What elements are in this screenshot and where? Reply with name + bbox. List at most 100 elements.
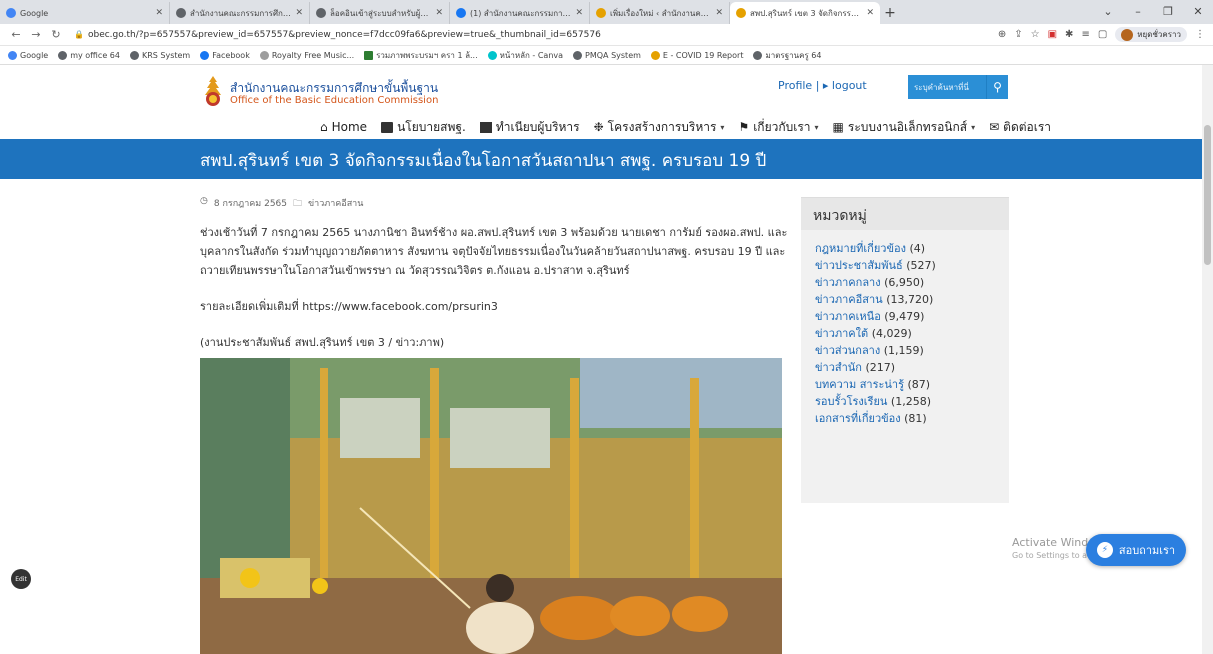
bookmark-item[interactable]: PMQA System: [573, 50, 641, 60]
category-item[interactable]: ข่าวภาคใต้ (4,029): [815, 325, 1009, 342]
nav-item-eservices[interactable]: ▦ ระบบงานอิเล็กทรอนิกส์ ▾: [833, 118, 976, 137]
zoom-icon[interactable]: ⊕: [998, 29, 1006, 40]
obec-logo-icon[interactable]: [200, 75, 226, 107]
share-icon[interactable]: ⇪: [1014, 29, 1022, 40]
site-header: สำนักงานคณะกรรมการศึกษาขั้นพื้นฐาน Offic…: [0, 65, 1202, 140]
globe-icon: [573, 50, 583, 60]
bookmark-item[interactable]: หน้าหลัก - Canva: [487, 49, 563, 62]
category-item[interactable]: ข่าวภาคอีสาน (13,720): [815, 291, 1009, 308]
bookmark-item[interactable]: รวมภาพพระบรมฯ ครา 1 ล้...: [364, 49, 478, 62]
google-icon: [6, 8, 16, 18]
post-category[interactable]: ข่าวภาคอีสาน: [308, 196, 363, 212]
bookmarks-bar: Google my office 64 KRS System Facebook …: [0, 46, 1213, 65]
bookmark-item[interactable]: มาตรฐานครู 64: [753, 49, 821, 62]
nav-item-executives[interactable]: ทำเนียบผู้บริหาร: [479, 118, 580, 137]
profile-logout-link[interactable]: Profile | ▸ logout: [778, 79, 867, 92]
messenger-chat-button[interactable]: ⚡ สอบถามเรา: [1086, 534, 1186, 566]
browser-tab-active[interactable]: สพป.สุรินทร์ เขต 3 จัดกิจกรรมเนื่องใน ✕: [730, 2, 880, 24]
bookmark-item[interactable]: KRS System: [129, 50, 190, 60]
tab-search-icon[interactable]: ⌄: [1093, 0, 1123, 24]
minimize-button[interactable]: –: [1123, 0, 1153, 24]
folder-icon: 🗀: [293, 199, 303, 209]
category-item[interactable]: กฎหมายที่เกี่ยวข้อง (4): [815, 240, 1009, 257]
profile-button[interactable]: หยุดชั่วคราว: [1115, 27, 1187, 42]
flag-icon: ⚑: [738, 120, 750, 134]
menu-icon[interactable]: ⋮: [1195, 29, 1205, 40]
category-item[interactable]: รอบรั้วโรงเรียน (1,258): [815, 393, 1009, 410]
post-photo: [200, 358, 782, 654]
image-icon: [364, 50, 374, 60]
nav-item-about[interactable]: ⚑ เกี่ยวกับเรา ▾: [738, 118, 818, 137]
post-meta: ◷ 8 กรกฎาคม 2565 🗀 ข่าวภาคอีสาน: [200, 196, 363, 212]
category-item[interactable]: เอกสารที่เกี่ยวข้อง (81): [815, 410, 1009, 427]
bookmark-item[interactable]: Google: [8, 50, 48, 60]
browser-tab[interactable]: สำนักงานคณะกรรมการศึกษาขั้นพื้นฐาน ✕: [170, 2, 310, 24]
globe-icon: [176, 8, 186, 18]
search-icon: ⚲: [993, 80, 1002, 94]
nav-item-contact[interactable]: ✉ ติดต่อเรา: [989, 118, 1051, 137]
restore-button[interactable]: ❐: [1153, 0, 1183, 24]
scrollbar-thumb[interactable]: [1204, 125, 1211, 265]
org-name-english[interactable]: Office of the Basic Education Commission: [230, 95, 438, 106]
obec-icon: [736, 8, 746, 18]
category-item[interactable]: บทความ สาระน่ารู้ (87): [815, 376, 1009, 393]
browser-tab[interactable]: Google ✕: [0, 2, 170, 24]
close-tab-icon[interactable]: ✕: [295, 8, 303, 18]
category-item[interactable]: ข่าวภาคเหนือ (9,479): [815, 308, 1009, 325]
back-icon[interactable]: ←: [8, 28, 24, 41]
globe-icon: [129, 50, 139, 60]
bookmark-item[interactable]: Royalty Free Music...: [259, 50, 354, 60]
sidepanel-icon[interactable]: ▢: [1098, 29, 1107, 40]
category-item[interactable]: ข่าวส่วนกลาง (1,159): [815, 342, 1009, 359]
reading-list-icon[interactable]: ≡: [1081, 29, 1089, 40]
extension-icon[interactable]: ▣: [1048, 29, 1057, 40]
book-icon: [381, 121, 394, 133]
home-icon: ⌂: [320, 120, 328, 134]
close-tab-icon[interactable]: ✕: [155, 8, 163, 18]
close-tab-icon[interactable]: ✕: [715, 8, 723, 18]
window-controls: ⌄ – ❐ ✕: [1093, 0, 1213, 24]
browser-tab[interactable]: เพิ่มเรื่องใหม่ ‹ สำนักงานคณะกรรมการ ✕: [590, 2, 730, 24]
browser-tab[interactable]: (1) สำนักงานคณะกรรมการศึกษาขั้นพื้นฐาน ✕: [450, 2, 590, 24]
bookmark-item[interactable]: E - COVID 19 Report: [650, 50, 743, 60]
post-date: 8 กรกฎาคม 2565: [213, 199, 287, 209]
category-item[interactable]: ข่าวภาคกลาง (6,950): [815, 274, 1009, 291]
browser-tab[interactable]: ล็อคอินเข้าสู่ระบบสำหรับผู้ดูแลระบบเว็บ …: [310, 2, 450, 24]
avatar: [1121, 28, 1134, 41]
post-title-bar: สพป.สุรินทร์ เขต 3 จัดกิจกรรมเนื่องในโอก…: [0, 139, 1202, 179]
close-tab-icon[interactable]: ✕: [575, 8, 583, 18]
obec-icon: [650, 50, 660, 60]
url-field[interactable]: 🔒 obec.go.th/?p=657557&preview_id=657557&…: [74, 30, 998, 40]
forward-icon[interactable]: →: [28, 28, 44, 41]
puzzle-icon[interactable]: ✱: [1065, 29, 1073, 40]
grid-icon: ▦: [832, 120, 844, 134]
bookmark-star-icon[interactable]: ☆: [1031, 29, 1040, 40]
bookmark-item[interactable]: my office 64: [58, 50, 120, 60]
facebook-icon: [456, 8, 466, 18]
nav-item-home[interactable]: ⌂ Home: [320, 120, 367, 134]
category-list: กฎหมายที่เกี่ยวข้อง (4) ข่าวประชาสัมพันธ…: [801, 230, 1009, 427]
new-tab-button[interactable]: +: [880, 2, 900, 24]
edit-button[interactable]: Edit: [11, 569, 31, 589]
bookmark-item[interactable]: Facebook: [200, 50, 250, 60]
category-item[interactable]: ข่าวสำนัก (217): [815, 359, 1009, 376]
contact-icon: ✉: [989, 120, 1000, 134]
nav-item-policy[interactable]: นโยบายสพฐ.: [381, 118, 466, 137]
globe-icon: [753, 50, 763, 60]
clock-icon: ◷: [200, 196, 208, 206]
globe-icon: [58, 50, 68, 60]
facebook-icon: [200, 50, 210, 60]
close-tab-icon[interactable]: ✕: [866, 8, 874, 18]
category-item[interactable]: ข่าวประชาสัมพันธ์ (527): [815, 257, 1009, 274]
close-window-button[interactable]: ✕: [1183, 0, 1213, 24]
search-input[interactable]: [908, 75, 986, 99]
nav-item-structure[interactable]: ❉ โครงสร้างการบริหาร ▾: [594, 118, 725, 137]
search-button[interactable]: ⚲: [986, 75, 1008, 99]
messenger-icon: ⚡: [1096, 542, 1113, 558]
close-tab-icon[interactable]: ✕: [435, 8, 443, 18]
obec-icon: [596, 8, 606, 18]
page-scrollbar[interactable]: [1202, 65, 1213, 654]
id-card-icon: [479, 121, 492, 133]
reload-icon[interactable]: ↻: [48, 28, 64, 41]
web-page: สำนักงานคณะกรรมการศึกษาขั้นพื้นฐาน Offic…: [0, 65, 1213, 654]
